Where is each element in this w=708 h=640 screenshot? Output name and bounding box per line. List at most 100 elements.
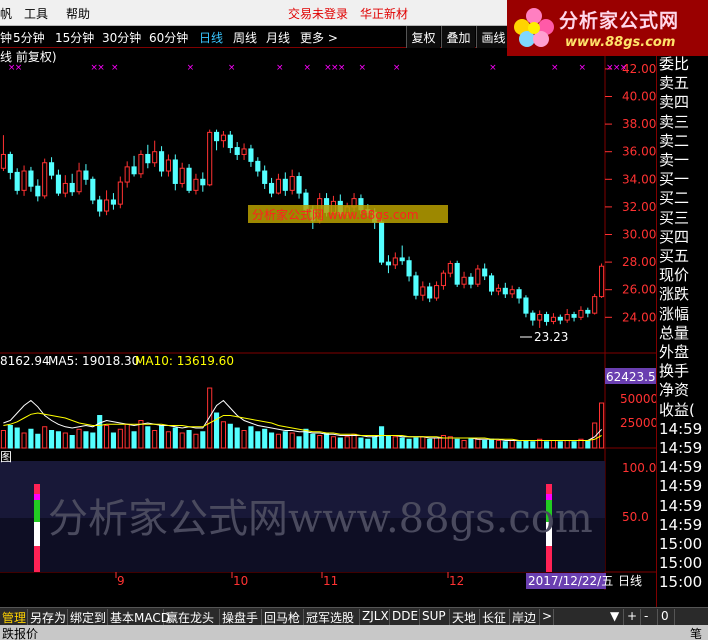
signal-marker: ×	[393, 63, 401, 73]
ma10-label: MA10: 13619.60	[135, 354, 234, 368]
kline-chart[interactable]: 42.0040.0038.0036.0034.0032.0030.0028.00…	[0, 48, 656, 590]
volume-bar	[585, 440, 591, 449]
volume-bar	[165, 431, 171, 449]
status-bar: 管理 另存为 绑定到 基本MACD 赢在龙头 操盘手 回马枪 冠军选股 ZJLX DDE SUP 天地…	[0, 607, 708, 640]
signal-marker: ×	[579, 63, 587, 73]
candle-body	[97, 199, 103, 212]
tab-manage[interactable]: 管理	[0, 609, 28, 625]
fuquan-button[interactable]: 复权	[406, 26, 440, 48]
signal-marker: ×	[276, 63, 284, 73]
volume-bar	[461, 440, 467, 449]
volume-bar	[159, 425, 165, 449]
volume-bar	[0, 430, 6, 449]
formula-tab[interactable]: 冠军选股	[304, 609, 360, 625]
period-tab-5min[interactable]: 5分钟	[13, 29, 45, 46]
candle-body	[530, 312, 536, 321]
quote-label: 卖三	[659, 112, 690, 131]
candle-body	[28, 170, 34, 187]
volume-bar	[282, 431, 288, 449]
nav-button[interactable]: -	[642, 609, 658, 625]
site-logo: 分析家公式网 www.88gs.com	[507, 0, 708, 56]
volume-bar	[365, 438, 371, 449]
quote-panel: 委比 卖五 卖四 卖三 卖二 卖一 买一 买二 买三 买四 买五 现价 涨跌 涨幅 总量 外盘 换手 净资 收益(1…	[656, 48, 708, 608]
sub-pillar-green	[34, 500, 40, 522]
period-tab-month[interactable]: 月线	[266, 29, 290, 46]
login-status[interactable]: 交易未登录	[288, 5, 348, 22]
candle-body	[399, 257, 405, 262]
nav-button[interactable]: +	[625, 609, 641, 625]
volume-axis-top: 62423.56	[606, 370, 656, 384]
formula-tab[interactable]: DDE	[390, 609, 420, 625]
logo-url: www.88gs.com	[565, 35, 676, 50]
quote-label: 卖四	[659, 93, 690, 112]
volume-bar	[227, 423, 233, 449]
status-left: 跌报价	[2, 627, 39, 640]
formula-tab[interactable]: ZJLX	[360, 609, 390, 625]
formula-tab[interactable]: 天地	[450, 609, 480, 625]
quote-label: 卖二	[659, 131, 690, 150]
formula-tab[interactable]: 绑定到	[68, 609, 108, 625]
menu-tools[interactable]: 工具	[24, 5, 48, 22]
min-price-label: 23.23	[520, 330, 568, 344]
formula-tab[interactable]: SUP	[420, 609, 450, 625]
menu-help[interactable]: 帮助	[66, 5, 90, 22]
quote-label: 买二	[659, 189, 690, 208]
candle-body	[509, 289, 515, 295]
candle-body	[83, 170, 89, 180]
period-tab-week[interactable]: 周线	[233, 29, 257, 46]
price-tick-label: 36.00	[622, 145, 656, 159]
quote-label: 卖一	[659, 151, 690, 169]
period-tab-15min[interactable]: 15分钟	[55, 29, 94, 46]
ma5-label: MA5: 19018.30	[48, 354, 139, 368]
formula-tab[interactable]: 基本MACD	[108, 609, 170, 625]
volume-bar	[69, 435, 75, 449]
date-tick-label: 12	[449, 574, 464, 588]
volume-bar	[337, 437, 343, 449]
nav-button[interactable]: ▼	[608, 609, 624, 625]
volume-bar	[172, 427, 178, 449]
period-tab-30min[interactable]: 30分钟	[102, 29, 141, 46]
volume-bar	[324, 432, 330, 449]
candle-body	[165, 159, 171, 172]
signal-marker: ×	[620, 63, 628, 73]
nav-button[interactable]: 0	[659, 609, 675, 625]
candle-body	[269, 182, 275, 194]
period-tab-day[interactable]: 日线	[199, 29, 223, 46]
formula-tab[interactable]: 操盘手	[220, 609, 262, 625]
volume-bar	[385, 435, 391, 449]
status-right: 笔	[690, 627, 703, 640]
period-tab-min[interactable]: 钟	[0, 29, 12, 46]
volume-axis-25000: 25000	[620, 416, 656, 430]
menu-item-1[interactable]: 帆	[0, 5, 12, 22]
trade-time: 14:59	[659, 477, 703, 496]
volume-bar	[269, 432, 275, 449]
volume-bar	[110, 432, 116, 449]
candle-body	[145, 153, 151, 164]
trade-time: 15:00	[659, 554, 703, 573]
formula-tab[interactable]: 回马枪	[262, 609, 304, 625]
overlay-button[interactable]: 叠加	[441, 26, 475, 48]
formula-tab[interactable]: 另存为	[28, 609, 68, 625]
candle-body	[193, 178, 199, 191]
date-axis-period[interactable]: 日线	[618, 574, 642, 588]
date-tick-label: 10	[233, 574, 248, 588]
candle-body	[62, 182, 68, 194]
volume-bar	[495, 440, 501, 449]
period-tab-60min[interactable]: 60分钟	[149, 29, 188, 46]
candle-body	[124, 166, 130, 183]
price-tick-label: 28.00	[622, 255, 656, 269]
formula-tab[interactable]: >	[540, 609, 554, 625]
chart-label: 线 前复权)	[0, 49, 57, 64]
candle-body	[117, 181, 123, 205]
period-more[interactable]: 更多 >	[300, 29, 338, 46]
draw-line-button[interactable]: 画线	[476, 26, 510, 48]
candle-body	[275, 178, 281, 194]
price-tick-label: 32.00	[622, 200, 656, 214]
formula-tab[interactable]: 长征	[480, 609, 510, 625]
candle-body	[289, 176, 295, 191]
candle-body	[523, 297, 529, 314]
candle-body	[557, 316, 563, 321]
candle-body	[571, 314, 577, 318]
formula-tab[interactable]: 赢在龙头	[164, 609, 220, 625]
formula-tab[interactable]: 岸边	[510, 609, 540, 625]
